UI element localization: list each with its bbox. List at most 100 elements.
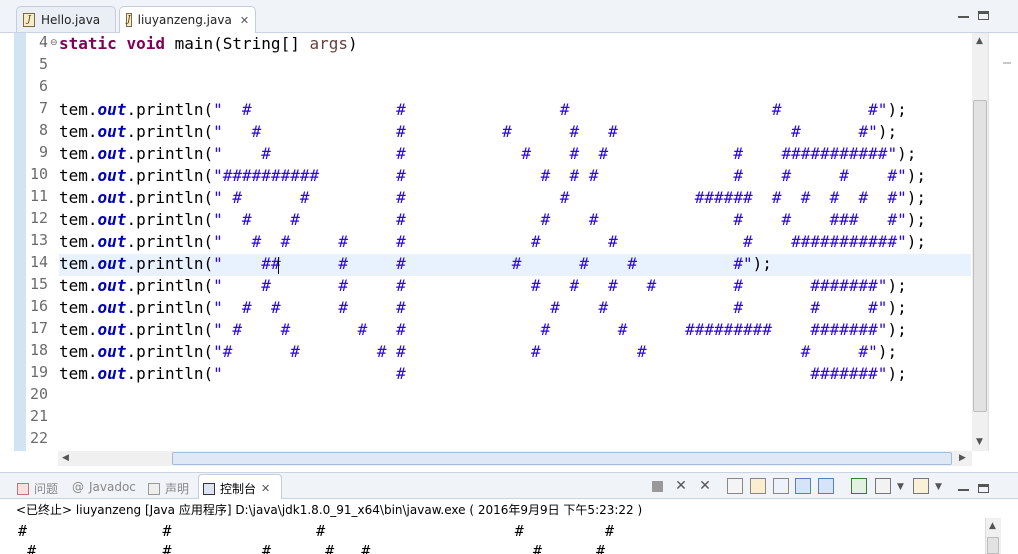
code-text: .println( bbox=[126, 122, 214, 141]
code-text: ); bbox=[877, 122, 898, 141]
close-icon[interactable]: ✕ bbox=[240, 14, 249, 27]
code-text: ); bbox=[906, 210, 926, 229]
code-line: tem.out.println("# # # # # # # #"); bbox=[59, 341, 897, 363]
remove-launch-icon[interactable]: ✕ bbox=[673, 478, 689, 494]
field-name: out bbox=[97, 276, 127, 295]
code-line: tem.out.println(" # # # # ###### # # # #… bbox=[59, 187, 926, 209]
code-text: tem. bbox=[59, 320, 98, 339]
show-on-stdout-icon[interactable] bbox=[795, 478, 811, 494]
string-literal: " # #######" bbox=[213, 364, 888, 383]
code-text: tem. bbox=[59, 254, 98, 273]
tab-label: Javadoc bbox=[89, 480, 136, 494]
tab-liuyanzeng-java[interactable]: J liuyanzeng.java ✕ bbox=[119, 6, 256, 33]
string-literal: "# # # # # # # #" bbox=[213, 342, 878, 361]
code-text: ); bbox=[906, 232, 926, 251]
code-text: ); bbox=[897, 144, 917, 163]
console-scroll-thumb[interactable] bbox=[987, 537, 999, 554]
declaration-icon bbox=[148, 482, 160, 495]
tab-javadoc[interactable]: @ Javadoc bbox=[72, 480, 136, 494]
scroll-right-icon[interactable]: ▶ bbox=[959, 453, 966, 463]
scroll-up-icon[interactable]: ▲ bbox=[976, 36, 983, 46]
line-number: 8 bbox=[38, 121, 48, 139]
console-output[interactable]: # # # # # # # # # # # # bbox=[0, 518, 985, 554]
overview-marker bbox=[1003, 62, 1011, 64]
field-name: out bbox=[97, 188, 127, 207]
line-number: 19 bbox=[29, 363, 48, 381]
annotation-ruler bbox=[14, 33, 26, 451]
code-text: ); bbox=[752, 254, 772, 273]
code-text: tem. bbox=[59, 210, 98, 229]
code-line: tem.out.println(" # # # # # # # # ######… bbox=[59, 275, 907, 297]
chevron-down-icon[interactable]: ▼ bbox=[897, 482, 904, 492]
pin-console-icon[interactable] bbox=[851, 478, 867, 494]
open-console-icon[interactable] bbox=[913, 478, 929, 494]
scroll-lock-icon[interactable] bbox=[750, 478, 766, 494]
string-literal: " # # # # # # # # #######" bbox=[213, 276, 888, 295]
code-area[interactable]: static void main(String[] args) tem.out.… bbox=[59, 33, 971, 451]
line-number: 22 bbox=[29, 429, 48, 447]
string-literal: " # # # # # # # # #" bbox=[213, 298, 888, 317]
at-icon: @ bbox=[72, 480, 84, 494]
minimize-icon[interactable] bbox=[958, 11, 969, 18]
scroll-left-icon[interactable]: ◀ bbox=[62, 453, 69, 463]
code-text: .println( bbox=[126, 166, 214, 185]
maximize-icon[interactable] bbox=[978, 11, 989, 20]
clear-console-icon[interactable] bbox=[727, 478, 743, 494]
display-console-icon[interactable] bbox=[875, 478, 891, 494]
console-description: <已终止> liuyanzeng [Java 应用程序] D:\java\jdk… bbox=[16, 503, 643, 517]
tab-label: 声明 bbox=[165, 482, 190, 496]
maximize-icon[interactable] bbox=[978, 484, 989, 493]
code-line: tem.out.println(" # # # # #"); bbox=[59, 99, 907, 121]
field-name: out bbox=[97, 232, 127, 251]
code-text: .println( bbox=[126, 144, 214, 163]
fold-collapse-icon[interactable]: ⊖ bbox=[50, 38, 58, 48]
console-line: # # # # # bbox=[0, 522, 615, 540]
code-line: tem.out.println(" # # # # # # #"); bbox=[59, 121, 897, 143]
code-text: ) bbox=[348, 34, 358, 53]
line-number: 4 bbox=[38, 33, 48, 51]
console-icon bbox=[203, 482, 215, 495]
line-number: 14 bbox=[29, 253, 48, 271]
code-line: tem.out.println(" # # # # # # # ########… bbox=[59, 231, 926, 253]
minimize-icon[interactable] bbox=[958, 484, 969, 491]
problems-icon bbox=[17, 482, 29, 495]
code-text: .println( bbox=[126, 364, 214, 383]
field-name: out bbox=[97, 166, 127, 185]
code-text: ); bbox=[877, 342, 898, 361]
field-name: out bbox=[97, 364, 127, 383]
code-line: tem.out.println(" ## # # # # # #"); bbox=[59, 253, 772, 275]
code-line: tem.out.println("########## # # # # # # … bbox=[59, 165, 926, 187]
scroll-up-icon[interactable]: ▲ bbox=[989, 521, 996, 531]
code-text: .println( bbox=[126, 232, 214, 251]
tab-label: liuyanzeng.java bbox=[137, 13, 232, 27]
horizontal-scroll-thumb[interactable] bbox=[172, 452, 952, 465]
code-text: tem. bbox=[59, 100, 98, 119]
code-text: tem. bbox=[59, 342, 98, 361]
code-text: main(String[] bbox=[164, 34, 310, 53]
close-icon[interactable]: ✕ bbox=[261, 482, 270, 495]
line-number: 6 bbox=[38, 77, 48, 95]
code-text: tem. bbox=[59, 122, 98, 141]
terminate-icon[interactable] bbox=[652, 481, 663, 492]
tab-declaration[interactable]: 声明 bbox=[148, 480, 189, 497]
field-name: out bbox=[97, 342, 127, 361]
show-on-stderr-icon[interactable] bbox=[818, 478, 834, 494]
java-file-icon: J bbox=[23, 12, 35, 27]
line-number: 10 bbox=[29, 165, 48, 183]
code-text: ); bbox=[906, 188, 926, 207]
code-text: ); bbox=[887, 276, 907, 295]
scroll-down-icon[interactable]: ▼ bbox=[976, 437, 983, 447]
word-wrap-icon[interactable] bbox=[773, 478, 789, 494]
vertical-scroll-thumb[interactable] bbox=[973, 100, 987, 412]
code-text: tem. bbox=[59, 364, 98, 383]
remove-all-launches-icon[interactable]: ✕ bbox=[697, 478, 713, 494]
chevron-down-icon[interactable]: ▼ bbox=[935, 482, 942, 492]
code-text: .println( bbox=[126, 276, 214, 295]
tab-console[interactable]: 控制台 ✕ bbox=[203, 480, 270, 497]
code-text: .println( bbox=[126, 342, 214, 361]
tab-hello-java[interactable]: J Hello.java bbox=[16, 6, 116, 32]
code-line: tem.out.println(" # # # # # # ######### … bbox=[59, 319, 907, 341]
line-number: 5 bbox=[38, 55, 48, 73]
line-number: 7 bbox=[38, 99, 48, 117]
tab-problems[interactable]: 问题 bbox=[17, 480, 58, 497]
